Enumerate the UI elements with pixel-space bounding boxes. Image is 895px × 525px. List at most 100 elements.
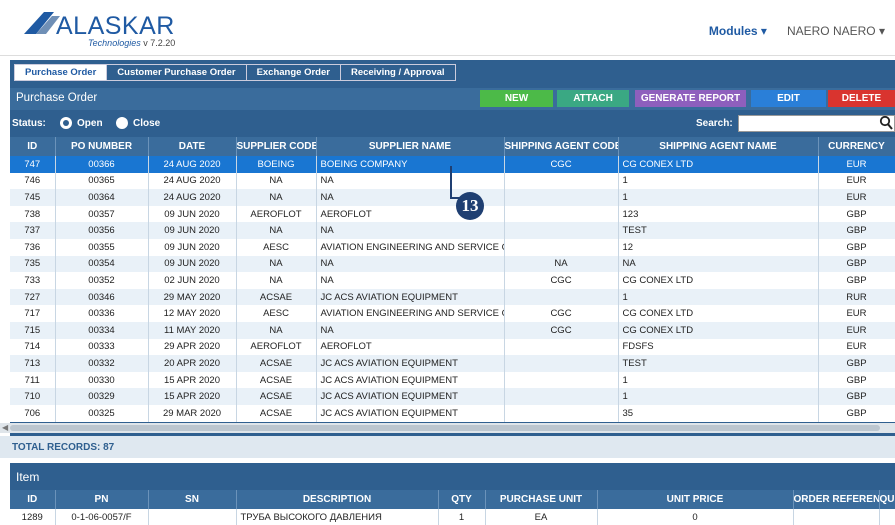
table-cell: CG CONEX LTD [618, 321, 819, 339]
status-open-radio[interactable]: Open [60, 117, 103, 129]
table-cell: CGC [504, 305, 619, 322]
table-cell: ACSAE [236, 355, 317, 372]
item-col-unit-price[interactable]: UNIT PRICE [597, 490, 794, 509]
col-header-id[interactable]: ID [10, 137, 56, 156]
table-row[interactable]: 746 00365 24 AUG 2020 NA NA 1 EUR [10, 172, 895, 190]
table-cell: 713 [10, 355, 56, 372]
table-cell: 00325 [55, 404, 149, 422]
table-cell: JC ACS AVIATION EQUIPMENT [316, 371, 505, 389]
item-col-description[interactable]: DESCRIPTION [236, 490, 439, 509]
table-cell: 12 MAY 2020 [148, 305, 237, 322]
table-cell: BOEING [236, 156, 317, 173]
table-row[interactable]: 717 00336 12 MAY 2020 AESC AVIATION ENGINEER… [10, 305, 895, 322]
table-row[interactable]: 735 00354 09 JUN 2020 NA NA NA NA GBP [10, 255, 895, 273]
table-cell: 715 [10, 321, 56, 339]
table-row[interactable]: 715 00334 11 MAY 2020 NA NA CGC CG CONEX LTD EU… [10, 321, 895, 339]
item-col-order-reference[interactable]: ORDER REFERENCE [793, 490, 880, 509]
item-col-sn[interactable]: SN [148, 490, 237, 509]
table-cell: 00352 [55, 272, 149, 289]
table-cell: 1 [618, 172, 819, 190]
item-cell: ТРУБА ВЫСОКОГО ДАВЛЕНИЯ [236, 509, 439, 525]
item-col-qu[interactable]: QU [879, 490, 895, 509]
table-row[interactable]: 738 00357 09 JUN 2020 AEROFLOT AEROFLOT 123 GB… [10, 205, 895, 223]
table-cell: 1 [618, 189, 819, 206]
table-cell [504, 388, 619, 405]
item-row[interactable]: 1289 0-1-06-0057/F ТРУБА ВЫСОКОГО ДАВЛЕНИЯ… [10, 509, 895, 525]
user-menu[interactable]: NAERO NAERO ▾ [787, 24, 885, 38]
table-cell: JC ACS AVIATION EQUIPMENT [316, 388, 505, 405]
table-cell: 737 [10, 222, 56, 239]
table-row[interactable]: 727 00346 29 MAY 2020 ACSAE JC ACS AVIATION … [10, 288, 895, 306]
tab-customer-purchase-order[interactable]: Customer Purchase Order [106, 64, 247, 81]
table-cell: NA [236, 222, 317, 239]
tab-receiving-approval[interactable]: Receiving / Approval [339, 64, 456, 81]
table-row[interactable]: 737 00356 09 JUN 2020 NA NA TEST GBP [10, 222, 895, 239]
table-row[interactable]: 706 00325 29 MAR 2020 ACSAE JC ACS AVIATION … [10, 404, 895, 422]
title-bar: Purchase Order NEW ATTACH GENERATE REPOR… [10, 88, 895, 110]
table-row[interactable]: 747 00366 24 AUG 2020 BOEING BOEING COMPANY C… [10, 156, 895, 173]
col-header-po-number[interactable]: PO NUMBER [55, 137, 149, 156]
alaskar-logo[interactable]: ALASKAR Technologies v 7.2.20 [22, 8, 202, 50]
table-cell: 735 [10, 255, 56, 273]
table-cell: CG CONEX LTD [618, 272, 819, 289]
horizontal-scrollbar[interactable]: ◀ [0, 423, 895, 433]
table-row[interactable]: 714 00333 29 APR 2020 AEROFLOT AEROFLOT FDSFS… [10, 338, 895, 356]
item-col-qty[interactable]: QTY [438, 490, 486, 509]
table-cell: GBP [818, 205, 895, 223]
new-button[interactable]: NEW [480, 90, 553, 107]
table-cell: 00365 [55, 172, 149, 190]
search-input[interactable] [738, 115, 895, 132]
table-row[interactable]: 733 00352 02 JUN 2020 NA NA CGC CG CONEX LTD GB… [10, 272, 895, 289]
table-cell: RUR [818, 288, 895, 306]
tab-exchange-order[interactable]: Exchange Order [245, 64, 341, 81]
col-header-currency[interactable]: CURRENCY [818, 137, 895, 156]
item-col-purchase-unit[interactable]: PURCHASE UNIT [485, 490, 598, 509]
table-row[interactable]: 736 00355 09 JUN 2020 AESC AVIATION ENGINEER… [10, 238, 895, 256]
col-header-supplier-code[interactable]: SUPPLIER CODE [236, 137, 317, 156]
table-cell: GBP [818, 222, 895, 239]
scrollbar-thumb[interactable] [10, 425, 880, 431]
page-title: Purchase Order [16, 92, 98, 104]
table-row[interactable]: 711 00330 15 APR 2020 ACSAE JC ACS AVIATION … [10, 371, 895, 389]
table-cell: NA [618, 255, 819, 273]
scroll-left-icon[interactable]: ◀ [2, 423, 8, 432]
table-cell: JC ACS AVIATION EQUIPMENT [316, 288, 505, 306]
col-header-shipping-agent-code[interactable]: SHIPPING AGENT CODE [504, 137, 619, 156]
table-cell: 11 MAY 2020 [148, 321, 237, 339]
search-icon[interactable] [879, 115, 893, 131]
table-cell: GBP [818, 272, 895, 289]
generate-report-button[interactable]: GENERATE REPORT [635, 90, 746, 107]
tab-purchase-order[interactable]: Purchase Order [14, 64, 108, 81]
table-cell [504, 189, 619, 206]
table-cell: 02 JUN 2020 [148, 272, 237, 289]
table-cell: JC ACS AVIATION EQUIPMENT [316, 355, 505, 372]
delete-button[interactable]: DELETE [828, 90, 895, 107]
table-cell [504, 238, 619, 256]
order-tabs: Purchase Order Customer Purchase Order E… [14, 64, 456, 81]
table-cell: 727 [10, 288, 56, 306]
table-cell: NA [316, 321, 505, 339]
table-row[interactable]: 710 00329 15 APR 2020 ACSAE JC ACS AVIATION … [10, 388, 895, 405]
item-col-pn[interactable]: PN [55, 490, 149, 509]
table-cell: 29 APR 2020 [148, 338, 237, 356]
table-cell: AESC [236, 305, 317, 322]
table-cell: TEST [618, 222, 819, 239]
col-header-supplier-name[interactable]: SUPPLIER NAME [316, 137, 505, 156]
table-cell: 24 AUG 2020 [148, 189, 237, 206]
table-cell [504, 172, 619, 190]
modules-menu[interactable]: Modules ▾ [709, 24, 767, 38]
table-cell: 20 APR 2020 [148, 355, 237, 372]
table-row[interactable]: 713 00332 20 APR 2020 ACSAE JC ACS AVIATION … [10, 355, 895, 372]
table-cell: 09 JUN 2020 [148, 222, 237, 239]
table-cell: CGC [504, 321, 619, 339]
table-cell: NA [236, 321, 317, 339]
table-cell: 09 JUN 2020 [148, 205, 237, 223]
attach-button[interactable]: ATTACH [557, 90, 629, 107]
edit-button[interactable]: EDIT [751, 90, 826, 107]
status-close-radio[interactable]: Close [116, 117, 160, 129]
item-col-id[interactable]: ID [10, 490, 56, 509]
table-cell: 711 [10, 371, 56, 389]
col-header-date[interactable]: DATE [148, 137, 237, 156]
table-cell [504, 371, 619, 389]
col-header-shipping-agent-name[interactable]: SHIPPING AGENT NAME [618, 137, 819, 156]
